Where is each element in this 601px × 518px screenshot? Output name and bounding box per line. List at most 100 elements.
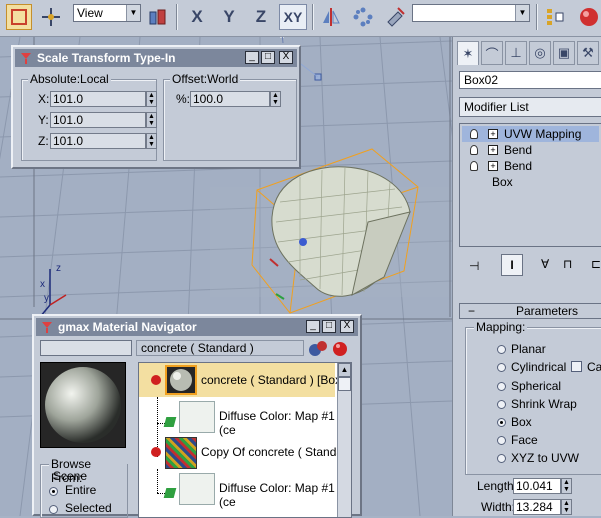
- material-tree-list[interactable]: concrete ( Standard ) [Box0 Diffuse Colo…: [138, 362, 352, 518]
- scroll-thumb[interactable]: [338, 377, 351, 391]
- expand-plus-icon[interactable]: +: [488, 129, 498, 139]
- sphere-red-icon: [333, 342, 347, 356]
- axis-z-button[interactable]: Z: [248, 4, 274, 30]
- offset-world-group: Offset:World %: 100.0 ▲ ▼: [163, 72, 297, 161]
- tab-display[interactable]: ▣: [553, 41, 575, 65]
- browse-selected-radio[interactable]: [49, 505, 58, 514]
- spinner-arrows-icon[interactable]: ▲ ▼: [146, 112, 157, 128]
- minimize-button[interactable]: _: [306, 320, 320, 333]
- mapping-planar-radio[interactable]: [497, 345, 506, 354]
- tree-item[interactable]: concrete ( Standard ) [Box0: [201, 373, 348, 405]
- modifier-stack[interactable]: + UVW Mapping + Bend + Bend Box: [459, 123, 601, 247]
- mapping-box-radio[interactable]: [497, 418, 506, 427]
- browse-entire-radio[interactable]: [49, 487, 58, 496]
- dialog-title-bar[interactable]: gmax Material Navigator _ □ X: [36, 318, 358, 336]
- make-unique-icon[interactable]: ∀: [541, 257, 549, 271]
- percent-label: %:: [176, 92, 191, 106]
- stack-item-box[interactable]: Box: [462, 174, 599, 190]
- diffuse-map-thumbnail: [179, 401, 215, 433]
- chevron-down-icon[interactable]: ▼: [126, 5, 140, 21]
- mapping-option-label: Cylindrical: [511, 360, 567, 374]
- select-object-button[interactable]: [6, 4, 32, 30]
- chevron-down-icon[interactable]: ▼: [515, 5, 529, 21]
- abs-x-spinner[interactable]: 101.0: [50, 91, 146, 107]
- align-button[interactable]: [382, 4, 408, 30]
- spinner-arrows-icon[interactable]: ▲ ▼: [146, 91, 157, 107]
- expand-plus-icon[interactable]: +: [488, 145, 498, 155]
- mapping-option-label: Planar: [511, 342, 546, 356]
- lightbulb-icon[interactable]: [470, 145, 478, 155]
- remove-modifier-icon[interactable]: ⊓: [563, 257, 572, 271]
- tab-create[interactable]: ✶: [457, 41, 479, 65]
- stack-item-label: Bend: [504, 159, 533, 173]
- get-material-icon: [309, 341, 327, 356]
- tab-hierarchy[interactable]: ⊥: [505, 41, 527, 65]
- named-selection-set-select[interactable]: ▼: [412, 4, 530, 22]
- maximize-button[interactable]: □: [322, 320, 336, 333]
- mirror-button[interactable]: [318, 4, 344, 30]
- length-label: Length:: [477, 479, 518, 493]
- maximize-button[interactable]: □: [261, 51, 275, 64]
- absolute-local-label: Absolute:Local: [28, 72, 111, 86]
- array-button[interactable]: [350, 4, 376, 30]
- abs-y-spinner[interactable]: 101.0: [50, 112, 146, 128]
- dialog-title-bar[interactable]: Scale Transform Type-In _ □ X: [15, 49, 297, 67]
- spinner-arrows-icon[interactable]: ▲ ▼: [270, 91, 281, 107]
- lightbulb-icon[interactable]: [470, 161, 478, 171]
- stack-item-bend[interactable]: + Bend: [462, 142, 599, 158]
- object-name-field[interactable]: Box02: [459, 71, 601, 89]
- material-search-input[interactable]: [40, 340, 132, 356]
- tab-utilities[interactable]: ⚒: [577, 41, 599, 65]
- scroll-up-icon[interactable]: ▲: [338, 363, 351, 377]
- close-button[interactable]: X: [340, 320, 354, 333]
- minimize-button[interactable]: _: [245, 51, 259, 64]
- pin-stack-icon[interactable]: ⊣: [469, 259, 479, 273]
- configure-sets-icon[interactable]: ⊏: [591, 257, 601, 271]
- mapping-xyz-to-uvw-radio[interactable]: [497, 454, 506, 463]
- pivot-point-button[interactable]: [145, 4, 171, 30]
- show-end-result-icon[interactable]: I: [501, 254, 523, 276]
- mapping-option-label: XYZ to UVW: [511, 451, 580, 465]
- width-spinner[interactable]: 13.284: [513, 499, 561, 515]
- list-scrollbar[interactable]: ▲: [337, 363, 351, 517]
- spinner-arrows-icon[interactable]: ▲ ▼: [561, 478, 572, 494]
- teapot-render-icon: [580, 8, 598, 26]
- current-material-field[interactable]: concrete ( Standard ): [136, 340, 304, 356]
- tree-item[interactable]: Copy Of concrete ( Standar: [201, 445, 347, 477]
- material-preview[interactable]: [40, 362, 126, 448]
- cap-checkbox[interactable]: [571, 361, 582, 372]
- length-spinner[interactable]: 10.041: [513, 478, 561, 494]
- select-and-move-button[interactable]: [38, 4, 64, 30]
- mapping-shrink-wrap-radio[interactable]: [497, 400, 506, 409]
- axis-y-button[interactable]: Y: [216, 4, 242, 30]
- lightbulb-icon[interactable]: [470, 129, 478, 139]
- entire-label: Entire: [65, 483, 97, 497]
- spinner-arrows-icon[interactable]: ▲ ▼: [561, 499, 572, 515]
- tree-item[interactable]: Diffuse Color: Map #1 (ce: [219, 481, 351, 513]
- collapse-minus-icon[interactable]: −: [468, 304, 475, 318]
- get-material-button[interactable]: [308, 340, 328, 358]
- mapping-option-label: Shrink Wrap: [511, 397, 577, 411]
- modifier-list-dropdown[interactable]: Modifier List: [459, 97, 601, 117]
- stack-item-bend[interactable]: + Bend: [462, 158, 599, 174]
- material-sphere-icon: [45, 367, 121, 443]
- stack-item-uvw-mapping[interactable]: + UVW Mapping: [462, 126, 599, 142]
- expand-plus-icon[interactable]: +: [488, 161, 498, 171]
- mapping-spherical-radio[interactable]: [497, 382, 506, 391]
- mapping-face-radio[interactable]: [497, 436, 506, 445]
- spinner-arrows-icon[interactable]: ▲ ▼: [146, 133, 157, 149]
- mapping-cylindrical-radio[interactable]: [497, 363, 506, 372]
- close-button[interactable]: X: [279, 51, 293, 64]
- reference-coordinate-select[interactable]: View ▼: [73, 4, 141, 22]
- abs-z-spinner[interactable]: 101.0: [50, 133, 146, 149]
- axis-xy-button[interactable]: XY: [279, 4, 307, 30]
- axis-x-button[interactable]: X: [184, 4, 210, 30]
- material-library-button[interactable]: [330, 340, 350, 358]
- track-view-button[interactable]: [542, 4, 568, 30]
- tab-motion[interactable]: ◎: [529, 41, 551, 65]
- parameters-rollout-header[interactable]: − Parameters: [459, 303, 601, 319]
- tree-item[interactable]: Diffuse Color: Map #1 (ce: [219, 409, 351, 441]
- render-button[interactable]: [576, 4, 601, 30]
- offset-percent-spinner[interactable]: 100.0: [190, 91, 270, 107]
- tab-modify[interactable]: ⌒: [481, 41, 503, 65]
